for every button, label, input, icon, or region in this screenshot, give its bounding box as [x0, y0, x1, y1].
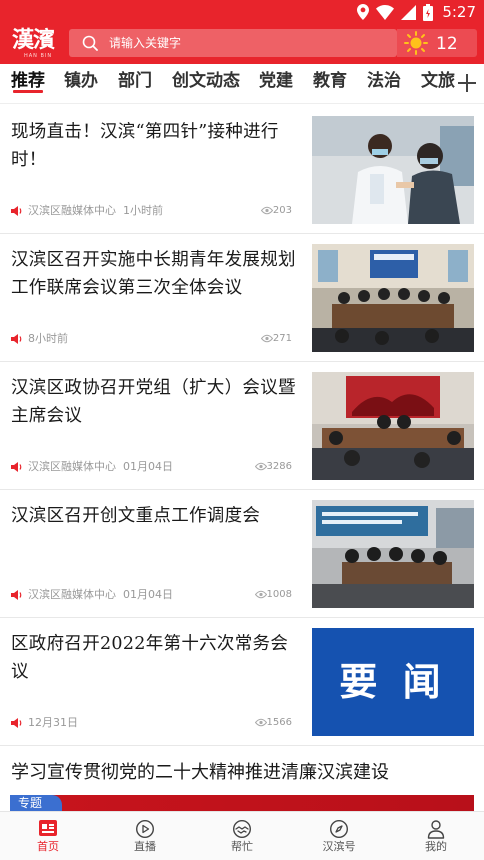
active-tab-indicator — [13, 90, 43, 93]
status-bar: 5:27 — [0, 0, 484, 24]
search-bar[interactable]: 请输入关键字 — [69, 29, 397, 57]
news-title: 区政府召开2022年第十六次常务会议 — [11, 634, 289, 682]
search-icon — [82, 35, 98, 51]
special-topic-banner[interactable]: 专题 — [10, 795, 474, 811]
logo-subtext: HAN BIN — [24, 53, 53, 59]
top-header: 5:27 漢濱 HAN BIN 请输入关键字 12 — [0, 0, 484, 64]
news-views: 3286 — [266, 461, 292, 472]
nav-profile-label: 我的 — [425, 840, 447, 853]
speaker-icon — [11, 718, 22, 728]
news-title: 汉滨区召开创文重点工作调度会 — [11, 506, 261, 526]
sun-icon — [404, 31, 428, 55]
news-source: 汉滨区融媒体中心 — [28, 204, 116, 217]
wifi-icon — [376, 4, 395, 20]
news-meta: 8小时前 271 — [11, 331, 299, 347]
news-title: 汉滨区政协召开党组（扩大）会议暨主席会议 — [11, 378, 296, 426]
nav-live-label: 直播 — [134, 840, 156, 853]
work-meeting-photo — [312, 500, 474, 608]
news-thumbnail — [312, 244, 474, 352]
tab-party-building[interactable]: 党建 — [259, 70, 293, 92]
news-item[interactable]: 区政府召开2022年第十六次常务会议 12月31日 1566 要 闻 — [0, 618, 484, 746]
news-views: 271 — [272, 333, 292, 344]
banner-text: 要 闻 — [339, 659, 447, 704]
news-time: 01月04日 — [123, 588, 173, 601]
location-icon — [357, 4, 370, 20]
battery-icon — [423, 3, 434, 21]
meeting-room-photo — [312, 244, 474, 352]
news-item[interactable]: 汉滨区召开创文重点工作调度会 汉滨区融媒体中心 01月04日 1008 — [0, 490, 484, 618]
news-time: 8小时前 — [28, 332, 68, 345]
news-item[interactable]: 汉滨区召开实施中长期青年发展规划工作联席会议第三次全体会议 8小时前 271 — [0, 234, 484, 362]
news-item[interactable]: 现场直击！汉滨“第四针”接种进行时！ 汉滨区融媒体中心 1小时前 203 — [0, 106, 484, 234]
home-icon — [39, 820, 57, 836]
live-play-icon — [135, 819, 155, 839]
tab-recommend[interactable]: 推荐 — [11, 70, 45, 92]
special-tag: 专题 — [10, 795, 62, 811]
eye-icon — [261, 334, 273, 343]
important-news-banner: 要 闻 — [312, 628, 474, 736]
news-meta: 汉滨区融媒体中心 1小时前 203 — [11, 203, 299, 219]
speaker-icon — [11, 334, 22, 344]
news-item[interactable]: 汉滨区政协召开党组（扩大）会议暨主席会议 汉滨区融媒体中心 01月04日 328… — [0, 362, 484, 490]
add-tab-icon[interactable] — [456, 72, 478, 94]
eye-icon — [255, 590, 267, 599]
signal-icon — [401, 4, 417, 20]
compass-icon — [329, 819, 349, 839]
nav-home-label: 首页 — [37, 840, 59, 853]
speaker-icon — [11, 590, 22, 600]
search-placeholder: 请输入关键字 — [109, 36, 182, 50]
news-time: 1小时前 — [123, 204, 163, 217]
nav-help[interactable]: 帮忙 — [194, 812, 290, 860]
profile-icon — [427, 820, 445, 839]
vaccination-photo — [312, 116, 474, 224]
category-tabs: 推荐 镇办 部门 创文动态 党建 教育 法治 文旅 — [0, 64, 484, 104]
nav-hanbin-account-label: 汉滨号 — [322, 840, 356, 853]
nav-profile[interactable]: 我的 — [388, 812, 484, 860]
news-time: 01月04日 — [123, 460, 173, 473]
tab-civilization[interactable]: 创文动态 — [172, 70, 240, 92]
weather-widget[interactable]: 12 — [397, 29, 477, 57]
tab-education[interactable]: 教育 — [313, 70, 347, 92]
logo-text: 漢濱 — [12, 27, 55, 53]
news-views: 1008 — [266, 589, 292, 600]
news-views: 203 — [272, 205, 292, 216]
nav-live[interactable]: 直播 — [97, 812, 193, 860]
news-views: 1566 — [266, 717, 292, 728]
bottom-navigation: 首页 直播 帮忙 汉滨号 我的 — [0, 811, 484, 860]
news-thumbnail — [312, 116, 474, 224]
tab-departments[interactable]: 部门 — [118, 70, 152, 92]
status-time: 5:27 — [442, 3, 476, 21]
eye-icon — [255, 462, 267, 471]
news-source: 汉滨区融媒体中心 — [28, 588, 116, 601]
news-thumbnail — [312, 500, 474, 608]
nav-home[interactable]: 首页 — [0, 812, 96, 860]
news-meta: 汉滨区融媒体中心 01月04日 3286 — [11, 459, 299, 475]
cppcc-meeting-photo — [312, 372, 474, 480]
eye-icon — [261, 206, 273, 215]
news-meta: 12月31日 1566 — [11, 715, 299, 731]
app-screen: 5:27 漢濱 HAN BIN 请输入关键字 12 推荐 镇办 部门 创文动态 … — [0, 0, 484, 860]
speaker-icon — [11, 462, 22, 472]
speaker-icon — [11, 206, 22, 216]
tab-towns[interactable]: 镇办 — [64, 70, 98, 92]
help-handshake-icon — [232, 819, 252, 839]
news-title: 现场直击！汉滨“第四针”接种进行时！ — [11, 122, 279, 170]
featured-headline[interactable]: 学习宣传贯彻党的二十大精神推进清廉汉滨建设 — [11, 759, 389, 787]
news-time: 12月31日 — [28, 716, 78, 729]
nav-help-label: 帮忙 — [231, 840, 253, 853]
news-source: 汉滨区融媒体中心 — [28, 460, 116, 473]
nav-hanbin-account[interactable]: 汉滨号 — [291, 812, 387, 860]
news-thumbnail — [312, 372, 474, 480]
tab-culture-tourism[interactable]: 文旅 — [421, 70, 455, 92]
eye-icon — [255, 718, 267, 727]
news-meta: 汉滨区融媒体中心 01月04日 1008 — [11, 587, 299, 603]
news-title: 汉滨区召开实施中长期青年发展规划工作联席会议第三次全体会议 — [11, 250, 296, 298]
weather-temperature: 12 — [436, 34, 458, 54]
app-logo[interactable]: 漢濱 HAN BIN — [12, 27, 56, 61]
tab-law[interactable]: 法治 — [367, 70, 401, 92]
